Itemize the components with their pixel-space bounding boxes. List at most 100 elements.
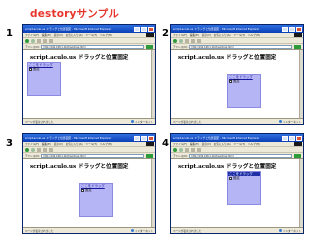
go-button[interactable]	[294, 153, 301, 158]
drag-box[interactable]: ここをドラッグ 固定	[27, 62, 61, 96]
menu-view[interactable]: 表示(V)	[54, 142, 63, 146]
menu-tools[interactable]: ツール(T)	[234, 33, 245, 37]
menu-tools[interactable]: ツール(T)	[86, 33, 97, 37]
menu-edit[interactable]: 編集(E)	[42, 33, 51, 37]
stop-icon[interactable]	[37, 147, 41, 152]
menu-view[interactable]: 表示(V)	[202, 33, 211, 37]
address-input[interactable]: http://192.168.1.16/drag/drag.html	[189, 153, 292, 158]
panel-number-1: 1	[6, 28, 13, 39]
refresh-icon[interactable]	[43, 38, 47, 43]
vertical-scrollbar[interactable]	[299, 50, 303, 118]
menu-favorites[interactable]: お気に入り(A)	[66, 33, 83, 37]
home-icon[interactable]	[49, 147, 53, 152]
checkbox-icon[interactable]	[229, 79, 232, 83]
window-titlebar[interactable]: script.aculo.us ドラッグと位置固定 - Microsoft In…	[171, 134, 303, 142]
stop-icon[interactable]	[37, 38, 41, 43]
menu-help[interactable]: ヘルプ(H)	[248, 33, 260, 37]
maximize-button[interactable]	[289, 26, 295, 32]
refresh-icon[interactable]	[191, 147, 195, 152]
drag-box[interactable]: ここをドラッグ 固定	[227, 171, 261, 205]
windows-logo-icon	[294, 142, 302, 146]
forward-icon[interactable]	[31, 147, 35, 152]
menu-tools[interactable]: ツール(T)	[86, 142, 97, 146]
menu-help[interactable]: ヘルプ(H)	[248, 142, 260, 146]
vertical-scrollbar[interactable]	[151, 50, 155, 118]
vertical-scrollbar[interactable]	[151, 159, 155, 227]
status-text: ページが表示されました	[173, 229, 202, 233]
fix-option[interactable]: 固定	[228, 176, 260, 180]
minimize-button[interactable]	[134, 135, 140, 141]
home-icon[interactable]	[197, 147, 201, 152]
stop-icon[interactable]	[185, 147, 189, 152]
menu-edit[interactable]: 編集(E)	[190, 33, 199, 37]
maximize-button[interactable]	[141, 135, 147, 141]
vertical-scrollbar[interactable]	[299, 159, 303, 227]
menu-file[interactable]: ファイル(F)	[25, 33, 39, 37]
menu-favorites[interactable]: お気に入り(A)	[214, 142, 231, 146]
page-content: script.aculo.us ドラッグと位置固定 ここをドラッグ 固定	[23, 159, 151, 227]
zone-text: インターネット	[282, 229, 301, 233]
stop-icon[interactable]	[185, 38, 189, 43]
checkbox-icon[interactable]	[229, 176, 232, 180]
checkbox-icon[interactable]	[81, 188, 84, 192]
drag-box[interactable]: ここをドラッグ 固定	[227, 74, 261, 108]
menu-favorites[interactable]: お気に入り(A)	[214, 33, 231, 37]
minimize-button[interactable]	[282, 135, 288, 141]
maximize-button[interactable]	[141, 26, 147, 32]
fix-option[interactable]: 固定	[28, 67, 60, 71]
menu-file[interactable]: ファイル(F)	[25, 142, 39, 146]
forward-icon[interactable]	[31, 38, 35, 43]
home-icon[interactable]	[197, 38, 201, 43]
page-heading: script.aculo.us ドラッグと位置固定	[178, 55, 277, 61]
address-input[interactable]: http://192.168.1.16/drag/drag.html	[189, 44, 292, 49]
menu-view[interactable]: 表示(V)	[54, 33, 63, 37]
refresh-icon[interactable]	[191, 38, 195, 43]
menu-tools[interactable]: ツール(T)	[234, 142, 245, 146]
home-icon[interactable]	[49, 38, 53, 43]
windows-logo-icon	[146, 33, 154, 37]
back-icon[interactable]	[173, 147, 177, 152]
close-button[interactable]	[296, 135, 302, 141]
go-button[interactable]	[294, 44, 301, 49]
minimize-button[interactable]	[134, 26, 140, 32]
go-button[interactable]	[146, 44, 153, 49]
address-input[interactable]: http://192.168.1.16/drag/drag.html	[41, 44, 144, 49]
forward-icon[interactable]	[179, 38, 183, 43]
menu-edit[interactable]: 編集(E)	[190, 142, 199, 146]
back-icon[interactable]	[173, 38, 177, 43]
menu-edit[interactable]: 編集(E)	[42, 142, 51, 146]
browser-window-2[interactable]: script.aculo.us ドラッグと位置固定 - Microsoft In…	[170, 24, 304, 125]
browser-window-1[interactable]: script.aculo.us ドラッグと位置固定 - Microsoft In…	[22, 24, 156, 125]
close-button[interactable]	[148, 26, 154, 32]
menu-help[interactable]: ヘルプ(H)	[100, 33, 112, 37]
window-titlebar[interactable]: script.aculo.us ドラッグと位置固定 - Microsoft In…	[23, 134, 155, 142]
forward-icon[interactable]	[179, 147, 183, 152]
close-button[interactable]	[296, 26, 302, 32]
checkbox-icon[interactable]	[29, 67, 32, 71]
browser-window-3[interactable]: script.aculo.us ドラッグと位置固定 - Microsoft In…	[22, 133, 156, 234]
back-icon[interactable]	[25, 147, 29, 152]
fix-option[interactable]: 固定	[80, 188, 112, 192]
close-button[interactable]	[148, 135, 154, 141]
fix-option[interactable]: 固定	[228, 79, 260, 83]
address-input[interactable]: http://192.168.1.16/drag/drag.html	[41, 153, 144, 158]
globe-icon	[278, 120, 282, 123]
refresh-icon[interactable]	[43, 147, 47, 152]
window-title: script.aculo.us ドラッグと位置固定 - Microsoft In…	[173, 27, 260, 31]
page-content: script.aculo.us ドラッグと位置固定 ここをドラッグ 固定	[171, 159, 299, 227]
zone-text: インターネット	[282, 120, 301, 124]
menu-help[interactable]: ヘルプ(H)	[100, 142, 112, 146]
back-icon[interactable]	[25, 38, 29, 43]
menu-file[interactable]: ファイル(F)	[173, 33, 187, 37]
page-content: script.aculo.us ドラッグと位置固定 ここをドラッグ 固定	[23, 50, 151, 118]
window-titlebar[interactable]: script.aculo.us ドラッグと位置固定 - Microsoft In…	[23, 25, 155, 33]
minimize-button[interactable]	[282, 26, 288, 32]
go-button[interactable]	[146, 153, 153, 158]
menu-favorites[interactable]: お気に入り(A)	[66, 142, 83, 146]
drag-box[interactable]: ここをドラッグ 固定	[79, 183, 113, 217]
maximize-button[interactable]	[289, 135, 295, 141]
window-titlebar[interactable]: script.aculo.us ドラッグと位置固定 - Microsoft In…	[171, 25, 303, 33]
menu-file[interactable]: ファイル(F)	[173, 142, 187, 146]
menu-view[interactable]: 表示(V)	[202, 142, 211, 146]
browser-window-4[interactable]: script.aculo.us ドラッグと位置固定 - Microsoft In…	[170, 133, 304, 234]
